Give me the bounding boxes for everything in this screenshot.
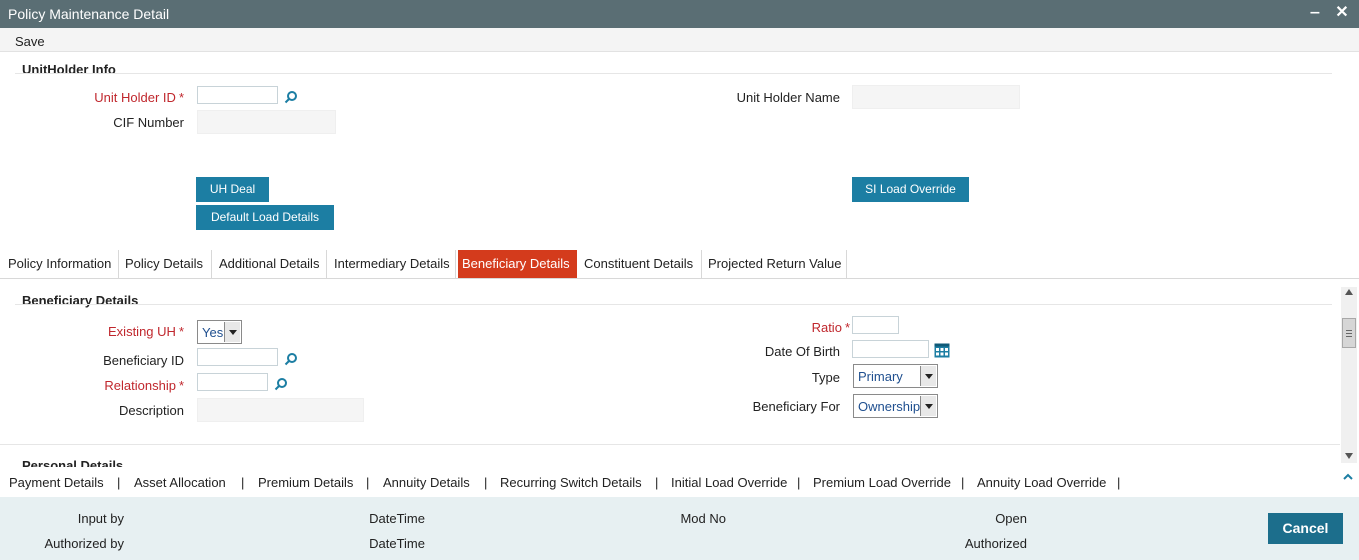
- ratio-input[interactable]: [852, 316, 899, 334]
- link-separator: |: [484, 475, 488, 490]
- sub-screen-links: Payment Details | Asset Allocation | Pre…: [0, 467, 1359, 497]
- tab-constituent-details[interactable]: Constituent Details: [580, 250, 702, 278]
- grip-line: [1346, 330, 1352, 331]
- asset-allocation-link[interactable]: Asset Allocation: [134, 475, 226, 490]
- ratio-label: Ratio *: [811, 320, 850, 335]
- beneficiary-for-select[interactable]: Ownership: [853, 394, 938, 418]
- type-select[interactable]: Primary: [853, 364, 938, 388]
- beneficiary-for-value: Ownership: [858, 399, 921, 414]
- title-bar: Policy Maintenance Detail ‒ ✕: [0, 0, 1359, 28]
- tab-divider: [0, 278, 1359, 279]
- link-separator: |: [241, 475, 245, 490]
- tab-bar: Policy Information Policy Details Additi…: [0, 250, 850, 278]
- input-datetime-label: DateTime: [369, 511, 425, 526]
- unit-holder-id-input[interactable]: [197, 86, 278, 104]
- scrollbar-thumb[interactable]: [1342, 318, 1356, 348]
- cancel-button[interactable]: Cancel: [1268, 513, 1343, 544]
- chevron-down-icon: [920, 366, 936, 386]
- beneficiary-section-title: Beneficiary Details: [22, 293, 139, 308]
- existing-uh-value: Yes: [202, 325, 224, 340]
- relationship-label: Relationship *: [104, 378, 184, 393]
- premium-load-override-link[interactable]: Premium Load Override: [813, 475, 951, 490]
- menu-bar: Save: [0, 28, 1359, 52]
- unit-holder-name-field: [852, 85, 1020, 109]
- vertical-scrollbar[interactable]: [1341, 287, 1357, 463]
- cif-number-field: [197, 110, 336, 134]
- calendar-icon[interactable]: [934, 343, 950, 358]
- default-load-details-button[interactable]: Default Load Details: [196, 205, 334, 230]
- link-separator: |: [961, 475, 965, 490]
- tab-policy-information[interactable]: Policy Information: [4, 250, 119, 278]
- description-label: Description: [118, 403, 184, 418]
- grip-line: [1346, 336, 1352, 337]
- chevron-up-icon[interactable]: [1343, 473, 1353, 480]
- unit-holder-name-label: Unit Holder Name: [736, 90, 840, 105]
- initial-load-override-link[interactable]: Initial Load Override: [671, 475, 787, 490]
- audit-footer: Input by Authorized by DateTime DateTime…: [0, 497, 1359, 560]
- section-divider: [15, 304, 1332, 305]
- date-of-birth-label: Date Of Birth: [764, 344, 840, 359]
- cif-number-label: CIF Number: [113, 115, 184, 130]
- close-button[interactable]: ✕: [1333, 4, 1351, 22]
- grip-line: [1346, 333, 1352, 334]
- window-title: Policy Maintenance Detail: [8, 6, 170, 22]
- beneficiary-id-input[interactable]: [197, 348, 278, 366]
- chevron-down-icon[interactable]: [1345, 453, 1353, 459]
- personal-details-title: Personal Details: [22, 458, 124, 467]
- tab-additional-details[interactable]: Additional Details: [215, 250, 327, 278]
- section-divider: [0, 444, 1340, 445]
- recurring-switch-details-link[interactable]: Recurring Switch Details: [500, 475, 642, 490]
- annuity-details-link[interactable]: Annuity Details: [383, 475, 470, 490]
- tab-beneficiary-details[interactable]: Beneficiary Details: [458, 250, 577, 278]
- type-value: Primary: [858, 369, 903, 384]
- authorization-status-label: Authorized: [964, 536, 1027, 551]
- beneficiary-for-label: Beneficiary For: [752, 399, 840, 414]
- relationship-input[interactable]: [197, 373, 268, 391]
- existing-uh-label: Existing UH *: [108, 324, 184, 339]
- payment-details-link[interactable]: Payment Details: [9, 475, 104, 490]
- link-separator: |: [117, 475, 121, 490]
- premium-details-link[interactable]: Premium Details: [258, 475, 353, 490]
- tab-projected-return-value[interactable]: Projected Return Value: [704, 250, 847, 278]
- link-separator: |: [366, 475, 370, 490]
- auth-datetime-label: DateTime: [369, 536, 425, 551]
- description-field: [197, 398, 364, 422]
- chevron-down-icon: [920, 396, 936, 416]
- type-label: Type: [811, 370, 840, 385]
- link-separator: |: [655, 475, 659, 490]
- annuity-load-override-link[interactable]: Annuity Load Override: [977, 475, 1106, 490]
- save-menu-item[interactable]: Save: [15, 34, 45, 49]
- tab-intermediary-details[interactable]: Intermediary Details: [330, 250, 456, 278]
- input-by-label: Input by: [77, 511, 124, 526]
- authorized-by-label: Authorized by: [44, 536, 125, 551]
- record-status-label: Open: [995, 511, 1027, 526]
- search-icon[interactable]: [284, 90, 298, 104]
- uh-deal-button[interactable]: UH Deal: [196, 177, 269, 202]
- unitholder-section-title: UnitHolder Info: [22, 62, 116, 77]
- search-icon[interactable]: [274, 377, 288, 391]
- unit-holder-id-label: Unit Holder ID *: [94, 90, 184, 105]
- existing-uh-select[interactable]: Yes: [197, 320, 242, 344]
- link-separator: |: [1117, 475, 1121, 490]
- link-separator: |: [797, 475, 801, 490]
- chevron-down-icon: [224, 322, 240, 342]
- minimize-button[interactable]: ‒: [1306, 4, 1324, 22]
- si-load-override-button[interactable]: SI Load Override: [852, 177, 969, 202]
- search-icon[interactable]: [284, 352, 298, 366]
- tab-policy-details[interactable]: Policy Details: [121, 250, 212, 278]
- mod-no-label: Mod No: [680, 511, 726, 526]
- date-of-birth-input[interactable]: [852, 340, 929, 358]
- section-divider: [15, 73, 1332, 74]
- beneficiary-id-label: Beneficiary ID: [103, 353, 184, 368]
- chevron-up-icon[interactable]: [1345, 289, 1353, 295]
